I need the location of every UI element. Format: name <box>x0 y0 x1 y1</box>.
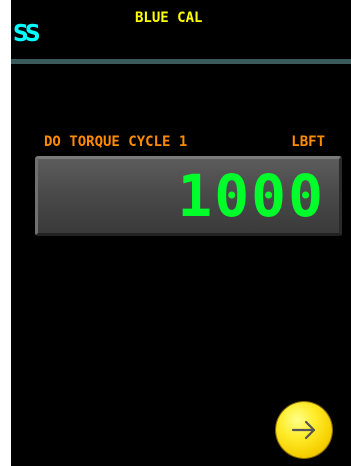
field-unit-label: LBFT <box>291 134 325 150</box>
field-label: DO TORQUE CYCLE 1 <box>44 134 188 150</box>
page-title: BLUE CAL <box>135 10 203 26</box>
value-readout: 1000 <box>177 162 325 230</box>
value-display[interactable]: 1000 <box>35 156 342 236</box>
arrow-right-icon <box>291 420 316 440</box>
header-divider <box>11 59 351 64</box>
calibration-screen: SS BLUE CAL DO TORQUE CYCLE 1 LBFT 1000 <box>11 0 351 466</box>
app-logo: SS <box>13 21 41 47</box>
next-button[interactable] <box>276 402 332 458</box>
